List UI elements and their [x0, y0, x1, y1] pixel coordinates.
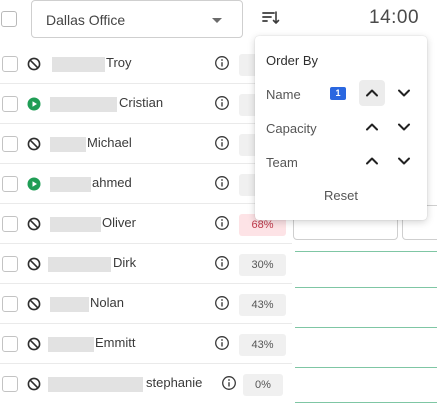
row-checkbox[interactable]	[2, 296, 18, 312]
utilization-badge: 0%	[243, 374, 283, 396]
row-checkbox[interactable]	[2, 176, 18, 192]
info-icon[interactable]	[214, 175, 230, 191]
table-row[interactable]: Dirk 30%	[0, 244, 292, 284]
chevron-up-icon	[366, 89, 378, 97]
utilization-badge: 43%	[239, 294, 286, 316]
person-name: Oliver	[102, 215, 136, 230]
redacted-name	[48, 337, 94, 352]
sort-priority-badge: 1	[330, 87, 346, 100]
table-row[interactable]: Troy 3	[0, 44, 292, 84]
sort-name-desc-button[interactable]	[391, 80, 417, 106]
utilization-badge: 30%	[239, 254, 286, 276]
table-row[interactable]: Oliver 68%	[0, 204, 292, 244]
sort-option-team: Team	[266, 155, 298, 170]
person-name: Emmitt	[95, 335, 136, 350]
blocked-status-icon	[27, 337, 41, 351]
blocked-status-icon	[27, 137, 41, 151]
person-name: Cristian	[119, 95, 164, 110]
select-all-checkbox[interactable]	[1, 11, 17, 27]
table-row[interactable]: Cristian 3	[0, 84, 292, 124]
table-row[interactable]: Michael 4	[0, 124, 292, 164]
redacted-name	[50, 97, 117, 112]
person-name: stephanie	[146, 375, 203, 390]
office-select-value: Dallas Office	[46, 12, 126, 28]
table-row[interactable]: Emmitt 43%	[0, 324, 292, 364]
sort-name-asc-button[interactable]	[359, 80, 385, 106]
sort-team-desc-button[interactable]	[391, 148, 417, 174]
chevron-up-icon	[366, 123, 378, 131]
table-row[interactable]: Nolan 43%	[0, 284, 292, 324]
person-name: Michael	[87, 135, 132, 150]
info-icon[interactable]	[214, 255, 230, 271]
person-name: Troy	[106, 55, 132, 70]
blocked-status-icon	[27, 217, 41, 231]
redacted-name	[50, 297, 89, 312]
sort-option-name: Name	[266, 87, 301, 102]
sort-capacity-asc-button[interactable]	[359, 114, 385, 140]
person-name: Dirk	[113, 255, 137, 270]
row-checkbox[interactable]	[2, 136, 18, 152]
timeline-line	[295, 287, 437, 288]
row-checkbox[interactable]	[2, 256, 18, 272]
play-status-icon	[27, 97, 41, 111]
sort-option-capacity: Capacity	[266, 121, 317, 136]
utilization-badge: 43%	[239, 334, 286, 356]
info-icon[interactable]	[214, 55, 230, 71]
sort-team-asc-button[interactable]	[359, 148, 385, 174]
table-row[interactable]: stephanie 0%	[0, 364, 292, 403]
blocked-status-icon	[27, 257, 41, 271]
blocked-status-icon	[27, 377, 41, 391]
person-name: Nolan	[90, 295, 124, 310]
popup-title: Order By	[266, 53, 319, 68]
info-icon[interactable]	[214, 135, 230, 151]
reset-sort-button[interactable]: Reset	[255, 188, 427, 203]
info-icon[interactable]	[214, 215, 230, 231]
table-row[interactable]: ahmed 2	[0, 164, 292, 204]
chevron-down-icon	[398, 89, 410, 97]
chevron-up-icon	[366, 157, 378, 165]
redacted-name	[52, 57, 105, 72]
office-select[interactable]: Dallas Office	[31, 0, 243, 38]
info-icon[interactable]	[214, 295, 230, 311]
sort-button[interactable]	[255, 3, 285, 33]
blocked-status-icon	[27, 57, 41, 71]
info-icon[interactable]	[214, 95, 230, 111]
info-icon[interactable]	[221, 375, 237, 391]
redacted-name	[48, 257, 111, 272]
timeline-line	[295, 367, 437, 368]
chevron-down-icon	[212, 18, 222, 23]
redacted-name	[50, 177, 91, 192]
person-name: ahmed	[92, 175, 132, 190]
play-status-icon	[27, 177, 41, 191]
info-icon[interactable]	[214, 335, 230, 351]
order-by-popup: Order By Name 1 Capacity Team Reset	[255, 36, 427, 220]
row-checkbox[interactable]	[2, 376, 18, 392]
timeline-line	[295, 251, 437, 252]
row-checkbox[interactable]	[2, 216, 18, 232]
chevron-down-icon	[398, 123, 410, 131]
sort-icon	[255, 3, 285, 33]
sort-capacity-desc-button[interactable]	[391, 114, 417, 140]
row-checkbox[interactable]	[2, 56, 18, 72]
row-checkbox[interactable]	[2, 96, 18, 112]
redacted-name	[50, 137, 86, 152]
timeline-line	[295, 327, 437, 328]
redacted-name	[48, 377, 143, 392]
chevron-down-icon	[398, 157, 410, 165]
redacted-name	[50, 217, 101, 232]
blocked-status-icon	[27, 297, 41, 311]
row-checkbox[interactable]	[2, 336, 18, 352]
